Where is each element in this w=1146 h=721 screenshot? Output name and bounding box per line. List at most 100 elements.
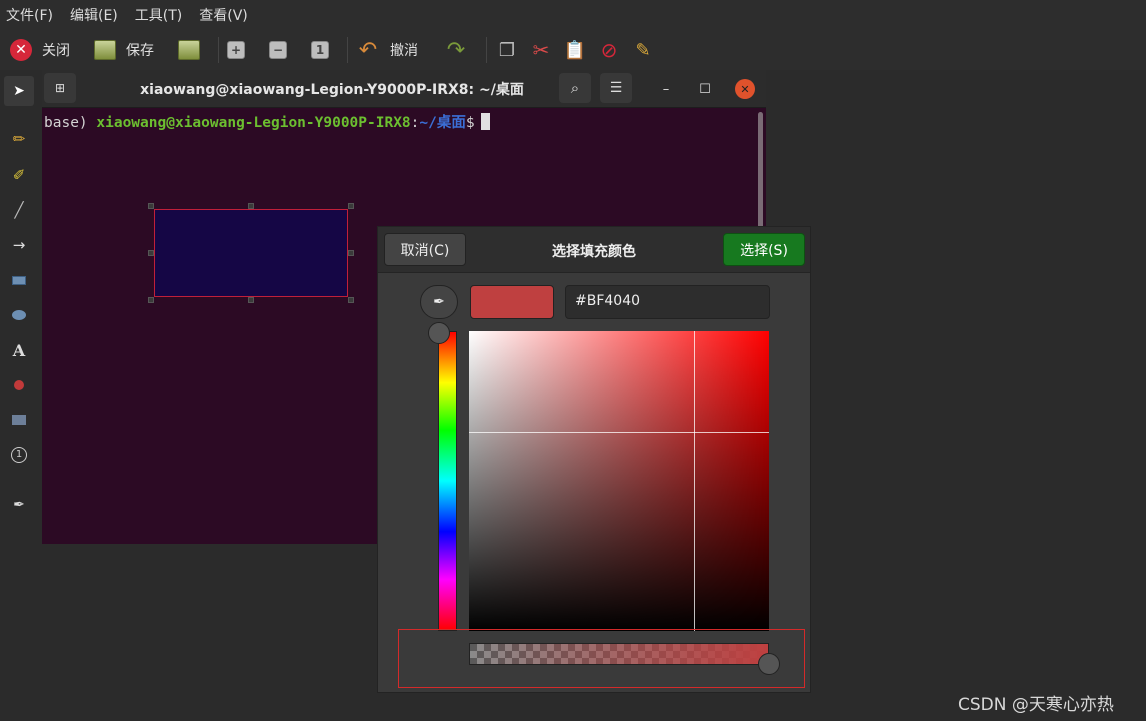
eyedropper-icon: ✒	[13, 497, 25, 513]
menu-bar: 文件(F) 编辑(E) 工具(T) 查看(V)	[0, 0, 1146, 30]
undo-button[interactable]: ↶ 撤消	[356, 35, 418, 65]
resize-handle[interactable]	[148, 250, 154, 256]
clear-button[interactable]: ✎	[631, 35, 655, 65]
prompt-symbol: $	[465, 115, 475, 131]
redo-button[interactable]: ↷	[444, 35, 468, 65]
zoom-out-icon: −	[269, 41, 287, 59]
crosshair-vertical	[694, 331, 695, 631]
window-close-button[interactable]: ✕	[735, 79, 755, 99]
menu-file[interactable]: 文件(F)	[6, 5, 53, 25]
tool-number[interactable]: 1	[4, 440, 34, 470]
blur-icon	[14, 380, 24, 390]
terminal-titlebar: ⊞ xiaowang@xiaowang-Legion-Y9000P-IRX8: …	[42, 70, 766, 108]
drawn-rectangle[interactable]	[154, 209, 348, 297]
resize-handle[interactable]	[348, 250, 354, 256]
alpha-slider-handle[interactable]	[758, 653, 780, 675]
arrow-icon: →	[12, 236, 26, 254]
menu-view[interactable]: 查看(V)	[199, 5, 248, 25]
prompt-env: base)	[44, 115, 88, 131]
zoom-in-button[interactable]: +	[227, 35, 245, 65]
resize-handle[interactable]	[348, 297, 354, 303]
resize-handle[interactable]	[148, 203, 154, 209]
close-button-label: 关闭	[42, 43, 70, 59]
toolbar: ✕ 关闭 保存 + − 1 ↶ 撤消 ↷ ❐ ✂ 📋 ⊘ ✎	[0, 30, 1146, 70]
pencil-icon: ✏	[12, 130, 26, 148]
copy-button[interactable]: ❐	[495, 35, 519, 65]
scissors-icon: ✂	[532, 38, 550, 62]
crosshair-horizontal	[469, 432, 769, 433]
cancel-button[interactable]: 取消(C)	[384, 233, 466, 266]
text-icon: A	[12, 340, 26, 360]
zoom-reset-button[interactable]: 1	[311, 35, 329, 65]
save-icon	[94, 40, 116, 60]
tool-ellipse[interactable]	[4, 300, 34, 330]
terminal-menu-button[interactable]: ☰	[600, 73, 632, 103]
zoom-reset-icon: 1	[311, 41, 329, 59]
close-icon: ✕	[740, 82, 750, 96]
search-icon: ⌕	[570, 79, 580, 97]
pointer-icon: ➤	[13, 83, 25, 99]
menu-edit[interactable]: 编辑(E)	[70, 5, 118, 25]
minimize-button[interactable]: –	[656, 79, 676, 99]
terminal-scrollbar[interactable]	[758, 112, 763, 232]
rectangle-icon	[12, 275, 26, 285]
paste-button[interactable]: 📋	[563, 35, 587, 65]
alpha-slider[interactable]	[469, 643, 769, 665]
resize-handle[interactable]	[248, 203, 254, 209]
tool-blur[interactable]	[4, 370, 34, 400]
resize-handle[interactable]	[248, 297, 254, 303]
save-button[interactable]: 保存	[94, 35, 154, 65]
cut-button[interactable]: ✂	[529, 35, 553, 65]
save-as-icon	[178, 40, 200, 60]
watermark: CSDN @天寒心亦热	[958, 695, 1114, 715]
tool-rectangle[interactable]	[4, 265, 34, 295]
tool-line[interactable]: ╱	[4, 195, 34, 225]
hamburger-icon: ☰	[609, 80, 623, 96]
current-color-swatch	[470, 285, 554, 319]
resize-handle[interactable]	[148, 297, 154, 303]
hue-slider[interactable]	[438, 331, 457, 631]
tool-arrow[interactable]: →	[4, 230, 34, 260]
toolbar-separator	[218, 37, 219, 63]
terminal-prompt: base) xiaowang@xiaowang-Legion-Y9000P-IR…	[44, 111, 490, 132]
redo-icon: ↷	[446, 37, 466, 63]
copy-icon: ❐	[498, 39, 516, 61]
text-cursor	[480, 113, 490, 130]
select-button[interactable]: 选择(S)	[723, 233, 805, 266]
tool-palette: ➤ ✏ ✐ ╱ → A 1 ✒	[0, 70, 38, 721]
eyedropper-icon: ✒	[433, 294, 445, 310]
terminal-search-button[interactable]: ⌕	[559, 73, 591, 103]
fill-color-dialog: 取消(C) 选择填充颜色 选择(S) ✒ #BF4040	[377, 226, 811, 693]
terminal-title: xiaowang@xiaowang-Legion-Y9000P-IRX8: ~/…	[140, 82, 524, 98]
undo-icon: ↶	[358, 37, 378, 63]
dialog-title: 选择填充颜色	[552, 244, 636, 260]
zoom-in-icon: +	[227, 41, 245, 59]
zoom-out-button[interactable]: −	[269, 35, 287, 65]
tool-color-pick[interactable]: ✒	[4, 490, 34, 520]
undo-button-label: 撤消	[390, 43, 418, 59]
tool-pixelate[interactable]	[4, 405, 34, 435]
broom-icon: ✎	[635, 39, 651, 61]
hue-slider-handle[interactable]	[428, 322, 450, 344]
forbidden-icon: ⊘	[600, 38, 618, 62]
close-button[interactable]: ✕ 关闭	[10, 35, 70, 65]
clipboard-icon: 📋	[563, 39, 587, 61]
line-icon: ╱	[14, 201, 24, 219]
ellipse-icon	[12, 310, 26, 320]
save-as-button[interactable]	[178, 35, 200, 65]
tool-select[interactable]: ➤	[4, 76, 34, 106]
delete-button[interactable]: ⊘	[597, 35, 621, 65]
menu-tools[interactable]: 工具(T)	[135, 5, 182, 25]
number-icon: 1	[11, 447, 27, 463]
saturation-value-area[interactable]	[469, 331, 769, 631]
maximize-button[interactable]: ☐	[695, 79, 715, 99]
maximize-icon: ☐	[699, 81, 711, 97]
toolbar-separator	[347, 37, 348, 63]
eyedropper-button[interactable]: ✒	[420, 285, 458, 319]
tool-text[interactable]: A	[4, 335, 34, 365]
tool-highlighter[interactable]: ✐	[4, 160, 34, 190]
highlighter-icon: ✐	[12, 166, 26, 184]
resize-handle[interactable]	[348, 203, 354, 209]
hex-input[interactable]: #BF4040	[565, 285, 770, 319]
tool-pencil[interactable]: ✏	[4, 124, 34, 154]
